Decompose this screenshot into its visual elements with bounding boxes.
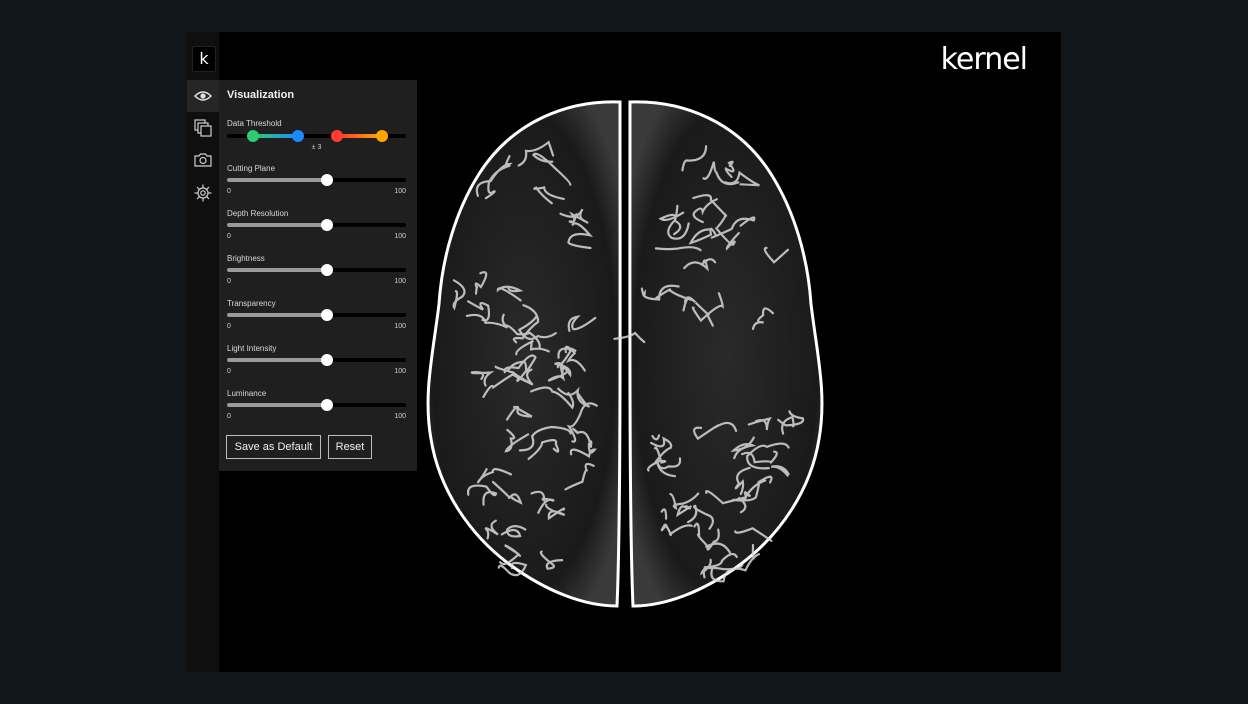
transparency-label: Transparency xyxy=(227,299,276,308)
save-as-default-button[interactable]: Save as Default xyxy=(226,435,321,459)
depth-resolution-thumb[interactable] xyxy=(321,219,334,231)
brightness-control: Brightness 0 100 xyxy=(227,254,406,285)
brightness-max-label: 100 xyxy=(394,278,406,285)
transparency-control: Transparency 0 100 xyxy=(227,299,406,330)
light-intensity-min-label: 0 xyxy=(227,368,231,375)
depth-resolution-max-label: 100 xyxy=(394,233,406,240)
layers-tab[interactable] xyxy=(187,112,219,144)
cutting-plane-label: Cutting Plane xyxy=(227,164,276,173)
threshold-value-readout: ± 3 xyxy=(311,144,322,151)
viewer-window: k Visualization Data Threshold ± 3 Save … xyxy=(187,32,1061,672)
k-logo-glyph: k xyxy=(199,49,209,68)
luminance-control: Luminance 0 100 xyxy=(227,389,406,420)
transparency-fill xyxy=(227,313,328,317)
brightness-label: Brightness xyxy=(227,254,265,263)
data-threshold-track[interactable] xyxy=(227,130,406,142)
brain-gyrus-fold xyxy=(751,543,755,560)
eye-icon xyxy=(194,91,212,101)
camera-tab[interactable] xyxy=(187,144,219,176)
luminance-thumb[interactable] xyxy=(321,399,334,411)
visualization-panel: Visualization Data Threshold ± 3 Save as… xyxy=(219,80,417,471)
cutting-plane-fill xyxy=(227,178,328,182)
threshold-low-max-thumb[interactable] xyxy=(292,130,304,142)
depth-resolution-control: Depth Resolution 0 100 xyxy=(227,209,406,240)
layers-icon xyxy=(194,119,212,137)
luminance-fill xyxy=(227,403,328,407)
transparency-min-label: 0 xyxy=(227,323,231,330)
brightness-fill xyxy=(227,268,328,272)
light-intensity-slider[interactable] xyxy=(227,354,406,366)
brain-3d-render[interactable] xyxy=(417,94,837,614)
left-icon-rail: k xyxy=(187,32,219,672)
data-threshold-label: Data Threshold xyxy=(227,119,282,128)
threshold-high-min-thumb[interactable] xyxy=(331,130,343,142)
threshold-low-min-thumb[interactable] xyxy=(247,130,259,142)
visualization-tab[interactable] xyxy=(187,80,219,112)
luminance-slider[interactable] xyxy=(227,399,406,411)
transparency-max-label: 100 xyxy=(394,323,406,330)
kernel-wordmark: kernel xyxy=(940,42,1028,77)
depth-resolution-slider[interactable] xyxy=(227,219,406,231)
panel-title: Visualization xyxy=(227,89,295,101)
light-intensity-control: Light Intensity 0 100 xyxy=(227,344,406,375)
luminance-max-label: 100 xyxy=(394,413,406,420)
depth-resolution-min-label: 0 xyxy=(227,233,231,240)
luminance-label: Luminance xyxy=(227,389,267,398)
kernel-k-logo[interactable]: k xyxy=(192,46,216,72)
luminance-min-label: 0 xyxy=(227,413,231,420)
cutting-plane-control: Cutting Plane 0 100 xyxy=(227,164,406,195)
gear-icon xyxy=(194,184,212,202)
cutting-plane-thumb[interactable] xyxy=(321,174,334,186)
reset-button[interactable]: Reset xyxy=(328,435,372,459)
cutting-plane-max-label: 100 xyxy=(394,188,406,195)
light-intensity-thumb[interactable] xyxy=(321,354,334,366)
brightness-thumb[interactable] xyxy=(321,264,334,276)
light-intensity-fill xyxy=(227,358,328,362)
cutting-plane-slider[interactable] xyxy=(227,174,406,186)
settings-tab[interactable] xyxy=(187,177,219,209)
light-intensity-max-label: 100 xyxy=(394,368,406,375)
light-intensity-label: Light Intensity xyxy=(227,344,277,353)
depth-resolution-fill xyxy=(227,223,328,227)
transparency-slider[interactable] xyxy=(227,309,406,321)
data-threshold-control: Data Threshold ± 3 xyxy=(227,119,406,151)
cutting-plane-min-label: 0 xyxy=(227,188,231,195)
brightness-slider[interactable] xyxy=(227,264,406,276)
brightness-min-label: 0 xyxy=(227,278,231,285)
camera-icon xyxy=(194,153,212,167)
depth-resolution-label: Depth Resolution xyxy=(227,209,289,218)
transparency-thumb[interactable] xyxy=(321,309,334,321)
threshold-high-max-thumb[interactable] xyxy=(376,130,388,142)
